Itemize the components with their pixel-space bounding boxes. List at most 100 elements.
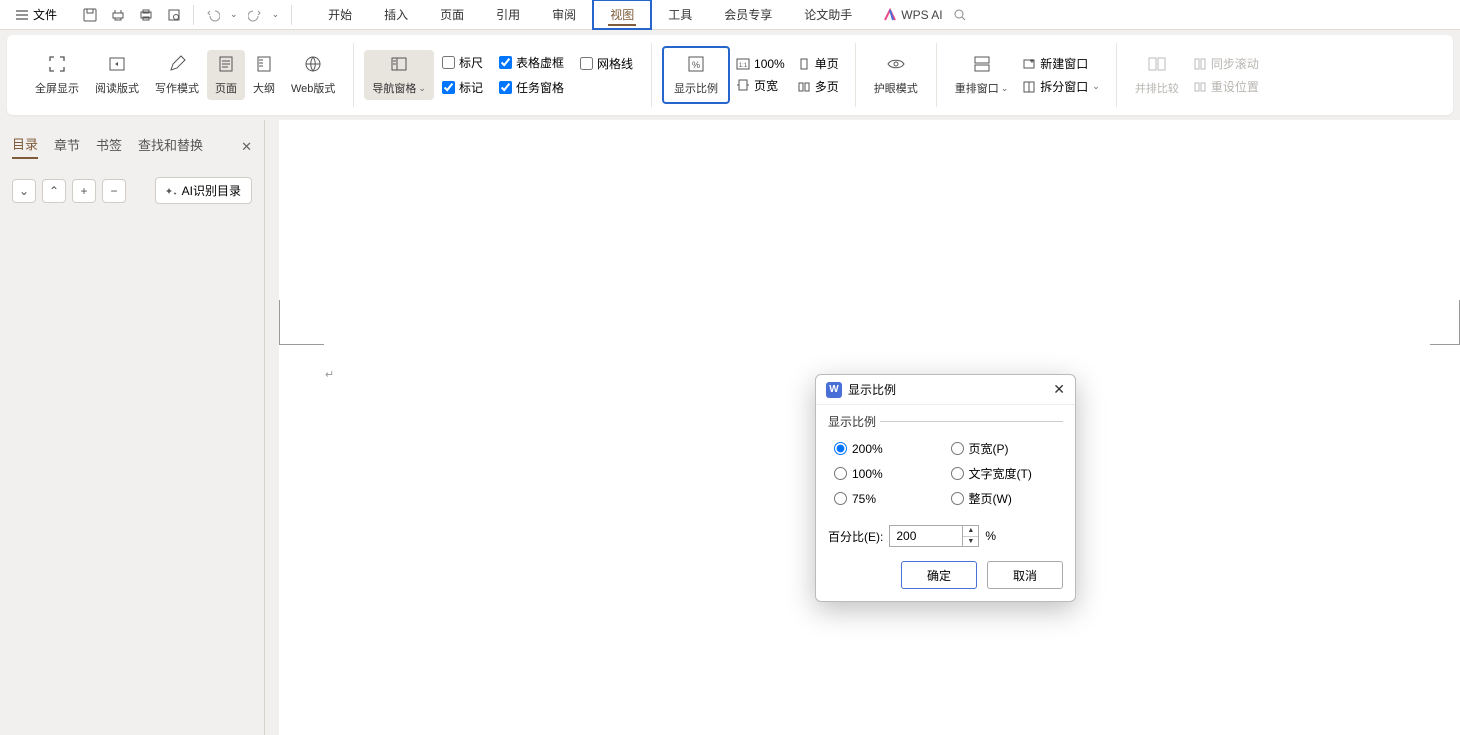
menu-right: WPS AI [883,8,966,22]
redo-dropdown[interactable]: ⌄ [272,9,280,20]
hundred-percent-button[interactable]: 1:1100% [736,57,785,71]
dialog-body: 显示比例 200% 页宽(P) 100% 文字宽度(T) 75% 整页(W) 百… [816,405,1075,601]
tab-page[interactable]: 页面 [424,1,480,28]
radio-whole-page[interactable]: 整页(W) [951,490,1058,507]
save-icon[interactable] [83,8,97,22]
spinner-arrows: ▲ ▼ [962,526,978,546]
ok-button[interactable]: 确定 [901,561,977,589]
dialog-title-label: 显示比例 [848,381,896,398]
sidebar-tab-find[interactable]: 查找和替换 [138,135,203,158]
tab-view[interactable]: 视图 [592,0,652,30]
remove-button[interactable]: − [102,179,126,203]
radio-100[interactable]: 100% [834,465,941,482]
sync-scroll-icon [1193,57,1207,71]
sidebar-tab-toc[interactable]: 目录 [12,134,38,159]
dialog-buttons: 确定 取消 [828,561,1063,589]
tab-reference[interactable]: 引用 [480,1,536,28]
wps-ai-icon [883,8,897,22]
nav-pane-icon [389,54,409,74]
new-window-button[interactable]: 新建窗口 [1022,55,1100,72]
tab-member[interactable]: 会员专享 [708,1,788,28]
tab-start[interactable]: 开始 [312,1,368,28]
split-window-button[interactable]: 拆分窗口 ⌄ [1022,78,1100,95]
sidebar-tab-chapter[interactable]: 章节 [54,135,80,158]
dialog-titlebar: W 显示比例 ✕ [816,375,1075,405]
tab-insert[interactable]: 插入 [368,1,424,28]
sync-scroll-button: 同步滚动 [1193,55,1259,72]
dialog-close-button[interactable]: ✕ [1053,381,1065,398]
page-view-button[interactable]: 页面 [207,50,245,100]
single-page-button[interactable]: 单页 [797,55,839,72]
task-pane-checkbox[interactable]: 任务窗格 [499,79,564,96]
doc-gutter [265,120,279,735]
reset-position-button: 重设位置 [1193,78,1259,95]
percent-sign: % [985,529,996,543]
tab-tools[interactable]: 工具 [652,1,708,28]
undo-icon[interactable] [206,8,220,22]
eye-icon [886,54,906,74]
split-window-label: 拆分窗口 [1040,78,1088,95]
svg-text:1:1: 1:1 [739,63,748,69]
page-width-icon [736,78,750,92]
percent-input[interactable] [890,526,962,546]
file-menu[interactable]: 文件 [10,6,63,23]
gridlines-checkbox[interactable]: 网格线 [580,55,633,72]
radio-200[interactable]: 200% [834,440,941,457]
table-frame-checkbox[interactable]: 表格虚框 [499,54,564,71]
spinner-down[interactable]: ▼ [963,537,978,547]
radio-text-width[interactable]: 文字宽度(T) [951,465,1058,482]
redo-icon[interactable] [248,8,262,22]
file-label: 文件 [33,6,57,23]
collapse-up-button[interactable]: ⌃ [42,179,66,203]
side-by-side-icon [1147,54,1167,74]
arrange-dropdown-icon: ⌄ [1001,83,1009,94]
reading-label: 阅读版式 [95,80,139,96]
expand-down-button[interactable]: ⌄ [12,179,36,203]
sidebar-close-button[interactable]: ✕ [241,139,252,155]
tab-thesis[interactable]: 论文助手 [788,1,868,28]
print-icon[interactable] [139,8,153,22]
eye-care-button[interactable]: 护眼模式 [866,50,926,100]
spinner-up[interactable]: ▲ [963,526,978,537]
web-view-button[interactable]: Web版式 [283,50,343,100]
window-group: 重排窗口⌄ 新建窗口 拆分窗口 ⌄ [937,43,1117,107]
radio-75[interactable]: 75% [834,490,941,507]
add-button[interactable]: + [72,179,96,203]
page-width-button[interactable]: 页宽 [736,77,785,94]
web-label: Web版式 [291,80,335,96]
zoom-presets-col2: 单页 多页 [791,55,845,95]
wps-ai-button[interactable]: WPS AI [883,8,942,22]
section-header: 显示比例 [828,413,1063,430]
outline-button[interactable]: 大纲 [245,50,283,100]
fullscreen-button[interactable]: 全屏显示 [27,50,87,100]
search-icon[interactable] [953,8,967,22]
ruler-checkbox[interactable]: 标尺 [442,54,483,71]
marks-checkbox[interactable]: 标记 [442,79,483,96]
split-dropdown-icon: ⌄ [1092,81,1100,92]
percent-spinner[interactable]: ▲ ▼ [889,525,979,547]
undo-dropdown[interactable]: ⌄ [230,9,238,20]
radio-page-width[interactable]: 页宽(P) [951,440,1058,457]
split-icon [1022,80,1036,94]
sync-scroll-label: 同步滚动 [1211,55,1259,72]
nav-dropdown-icon: ⌄ [418,83,426,94]
side-by-side-button: 并排比较 [1127,50,1187,100]
page-view-label: 页面 [215,80,237,96]
eye-care-label: 护眼模式 [874,80,918,96]
radio-page-width-label: 页宽(P) [969,440,1009,457]
fullscreen-icon [47,54,67,74]
cancel-button[interactable]: 取消 [987,561,1063,589]
arrange-windows-button[interactable]: 重排窗口⌄ [947,50,1017,100]
zoom-button[interactable]: % 显示比例 [662,46,730,104]
writing-mode-button[interactable]: 写作模式 [147,50,207,100]
preview-icon[interactable] [167,8,181,22]
ai-toc-button[interactable]: AI识别目录 [155,177,252,204]
multi-page-button[interactable]: 多页 [797,78,839,95]
outline-label: 大纲 [253,80,275,96]
nav-pane-button[interactable]: 导航窗格⌄ [364,50,434,100]
sidebar-tab-bookmark[interactable]: 书签 [96,135,122,158]
print-icon-small[interactable] [111,8,125,22]
page-width-label: 页宽 [754,77,778,94]
tab-review[interactable]: 审阅 [536,1,592,28]
reading-mode-button[interactable]: 阅读版式 [87,50,147,100]
